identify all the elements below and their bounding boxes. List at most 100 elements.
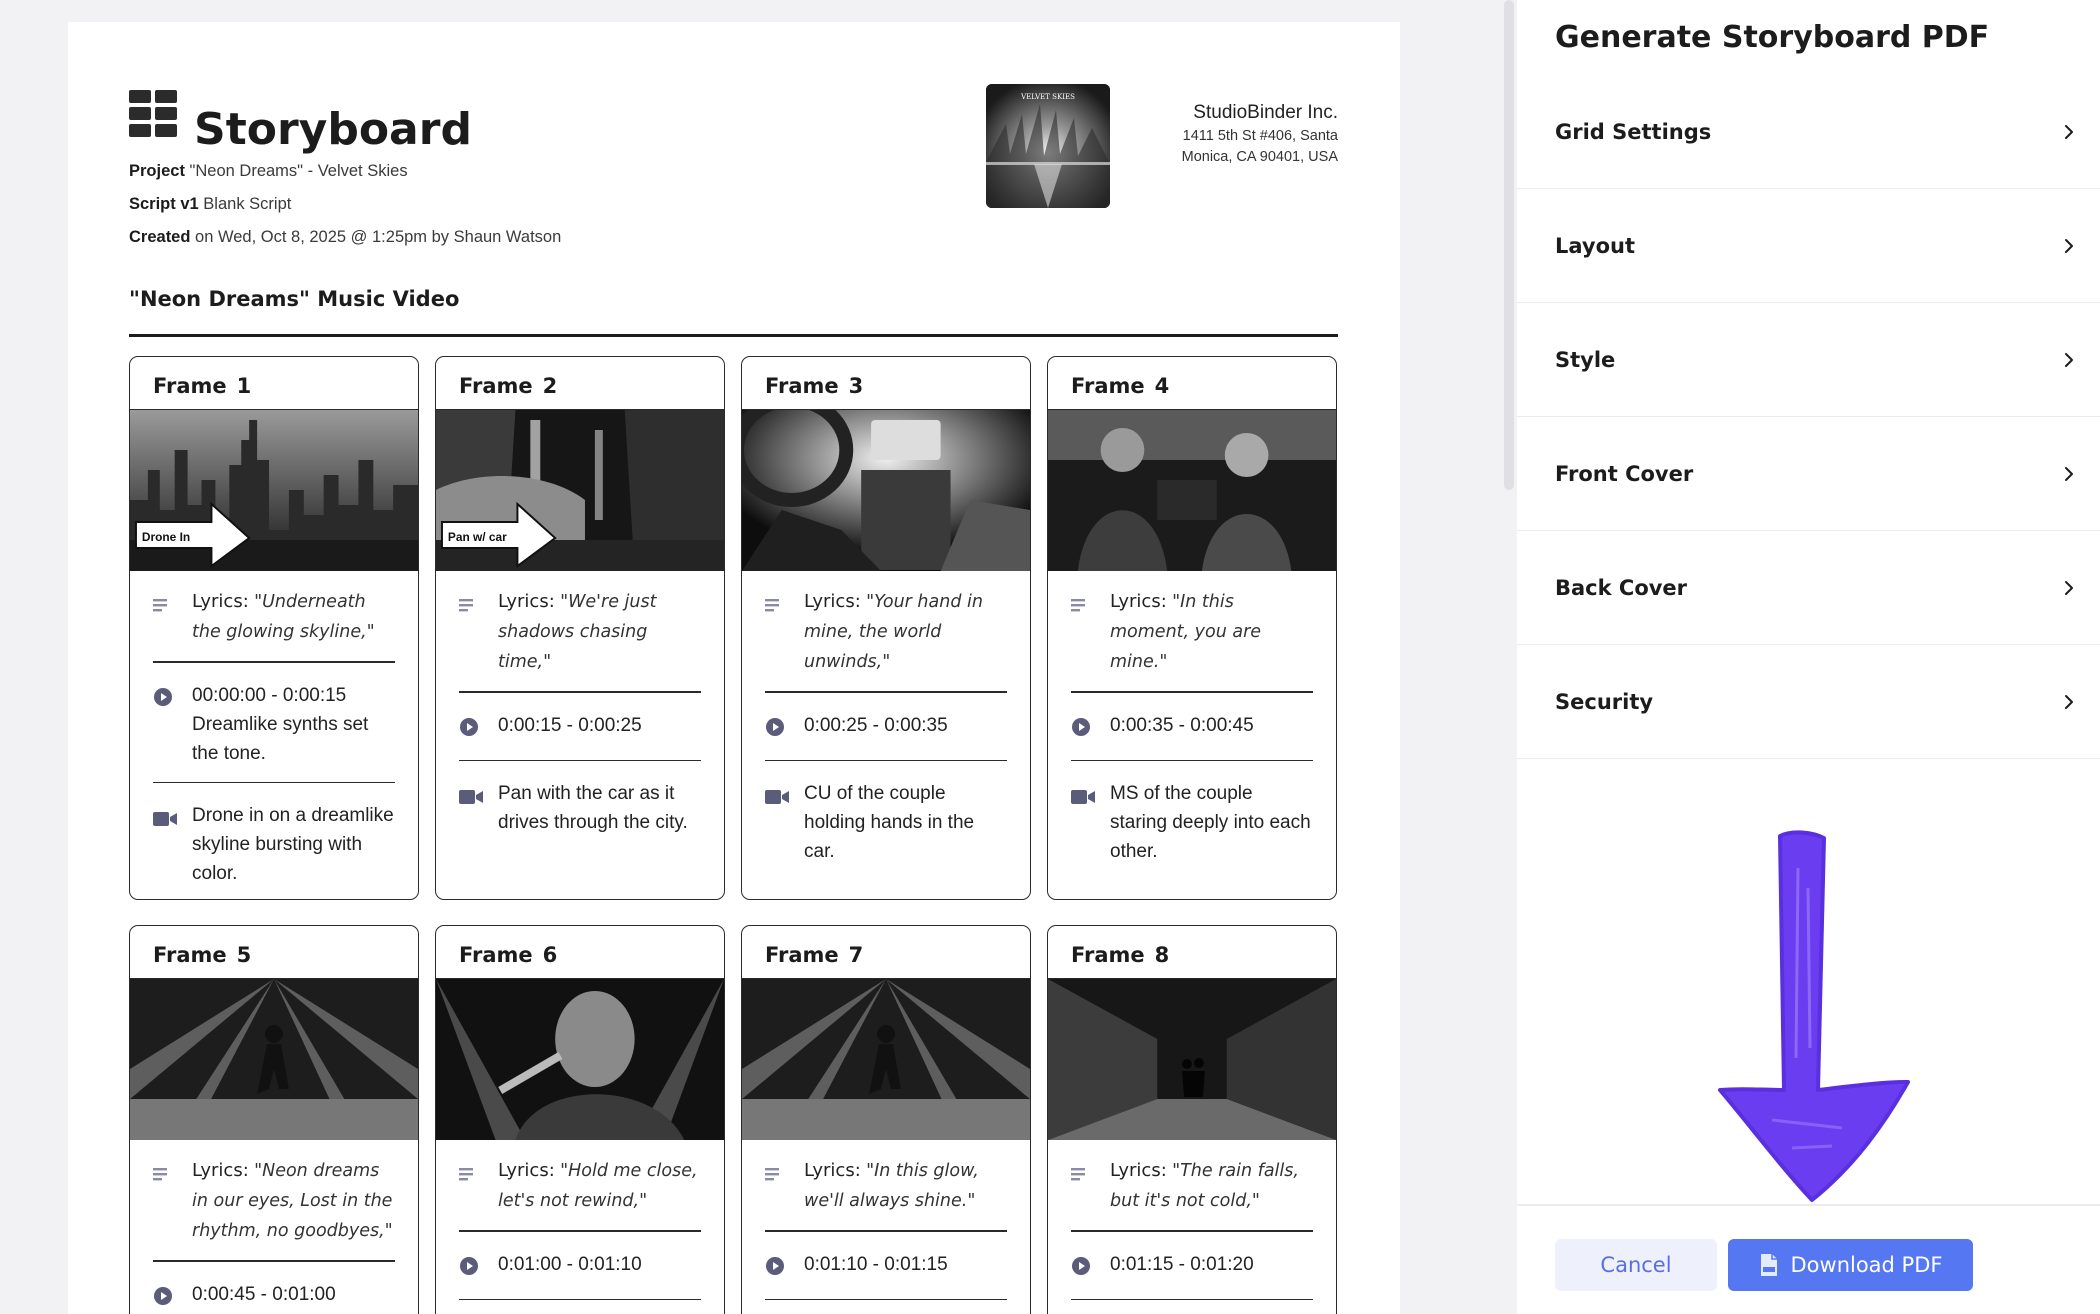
video-camera-icon [1071, 790, 1095, 805]
meta-created: Created on Wed, Oct 8, 2025 @ 1:25pm by … [129, 228, 561, 247]
frame-number: 3 [848, 374, 864, 398]
storyboard-frame[interactable]: Frame 6 Lyrics: "Hold me close, let's not … [435, 925, 725, 1314]
storyboard-frame[interactable]: Frame 5 Lyrics: "Neon dreams in our eyes, … [129, 925, 419, 1314]
frame-timecode: 0:00:45 - 0:01:00 [192, 1283, 336, 1305]
frame-details: Lyrics: "In this moment, you are mine." 0… [1048, 571, 1336, 866]
frame-number: 4 [1154, 374, 1170, 398]
preview-scrollbar[interactable] [1504, 0, 1514, 490]
play-circle-icon [460, 1256, 478, 1275]
video-camera-icon [765, 790, 789, 805]
storyboard-logo-icon [129, 90, 177, 137]
frame-number: 7 [848, 943, 864, 967]
play-circle-icon [1072, 717, 1090, 736]
meta-created-value: on Wed, Oct 8, 2025 @ 1:25pm by Shaun Wa… [195, 228, 562, 246]
frame-details: Lyrics: "In this glow, we'll always shin… [742, 1140, 1030, 1301]
frame-image[interactable] [742, 979, 1030, 1140]
storyboard-frame[interactable]: Frame 2 Pan w/ car Lyrics: "We're just shad… [435, 356, 725, 900]
frame-image[interactable]: Pan w/ car [436, 410, 724, 571]
play-circle-icon [460, 717, 478, 736]
frame-number: 8 [1154, 943, 1170, 967]
frame-time-row: 0:00:25 - 0:00:35 [765, 711, 1007, 746]
frame-lyrics-row: Lyrics: "In this glow, we'll always shin… [765, 1156, 1007, 1216]
frame-shot-description: Pan with the car as it drives through th… [498, 783, 688, 834]
storyboard-frame[interactable]: Frame 8 Lyrics: "The rain falls, but it's … [1047, 925, 1337, 1314]
frame-divider [1071, 759, 1313, 762]
storyboard-frame[interactable]: Frame 4 Lyrics: "In this moment, you are m… [1047, 356, 1337, 900]
cancel-button[interactable]: Cancel [1555, 1239, 1717, 1291]
frame-divider [765, 691, 1007, 693]
frame-details: Lyrics: "Hold me close, let's not rewind… [436, 1140, 724, 1301]
frame-audio-note: Dreamlike synths set the tone. [192, 713, 369, 764]
frame-image[interactable] [436, 979, 724, 1140]
frame-header: Frame 1 [130, 357, 418, 410]
frame-divider [765, 1230, 1007, 1232]
play-circle-icon [766, 1256, 784, 1275]
lyrics-label: Lyrics: [192, 591, 249, 612]
frame-image[interactable]: Drone In [130, 410, 418, 571]
section-security[interactable]: Security [1517, 645, 2100, 759]
frame-timecode: 0:00:15 - 0:00:25 [498, 714, 642, 736]
frame-timecode: 0:01:00 - 0:01:10 [498, 1253, 642, 1275]
document-title: Storyboard [194, 104, 472, 155]
document-heading: "Neon Dreams" Music Video [129, 287, 460, 311]
meta-project: Project "Neon Dreams" - Velvet Skies [129, 162, 408, 181]
section-label: Grid Settings [1555, 119, 1712, 144]
chevron-right-icon [2065, 238, 2073, 253]
frame-details: Lyrics: "Neon dreams in our eyes, Lost i… [130, 1140, 418, 1314]
section-grid-settings[interactable]: Grid Settings [1517, 75, 2100, 189]
frame-shot-row: Pan with the car as it drives through th… [459, 779, 701, 837]
frame-details: Lyrics: "Underneath the glowing skyline,… [130, 571, 418, 888]
frame-shot-description: Drone in on a dreamlike skyline bursting… [192, 805, 394, 885]
frame-lyrics-row: Lyrics: "Underneath the glowing skyline,… [153, 587, 395, 647]
frame-image[interactable] [742, 410, 1030, 571]
frame-time-row: 00:00:00 - 0:00:15 Dreamlike synths set t… [153, 681, 395, 768]
notes-icon [459, 599, 473, 612]
company-thumbnail-image: VELVET SKIES [986, 84, 1110, 208]
frame-timecode: 0:01:10 - 0:01:15 [804, 1253, 948, 1275]
storyboard-frame[interactable]: Frame 7 Lyrics: "In this glow, we'll alway… [741, 925, 1031, 1314]
meta-project-value: "Neon Dreams" - Velvet Skies [189, 162, 408, 180]
section-back-cover[interactable]: Back Cover [1517, 531, 2100, 645]
frame-image[interactable] [130, 979, 418, 1140]
frame-timecode: 0:01:15 - 0:01:20 [1110, 1253, 1254, 1275]
lyrics-label: Lyrics: [804, 591, 861, 612]
notes-icon [1071, 1168, 1085, 1181]
heading-divider [129, 334, 1338, 337]
frame-image[interactable] [1048, 410, 1336, 571]
frame-header: Frame 4 [1048, 357, 1336, 410]
frame-label: Frame [765, 374, 839, 398]
frame-details: Lyrics: "Your hand in mine, the world un… [742, 571, 1030, 866]
video-camera-icon [459, 790, 483, 805]
download-pdf-label: Download PDF [1790, 1253, 1943, 1277]
frame-image[interactable] [1048, 979, 1336, 1140]
frame-time-row: 0:00:45 - 0:01:00 [153, 1280, 395, 1314]
frame-label: Frame [1071, 374, 1145, 398]
frame-divider [1071, 1230, 1313, 1232]
lyrics-label: Lyrics: [1110, 591, 1167, 612]
frame-header: Frame 8 [1048, 926, 1336, 979]
play-circle-icon [766, 717, 784, 736]
section-style[interactable]: Style [1517, 303, 2100, 417]
notes-icon [153, 599, 167, 612]
frame-number: 2 [542, 374, 558, 398]
frame-divider [459, 759, 701, 762]
notes-icon [153, 1168, 167, 1181]
storyboard-frame[interactable]: Frame 1 Drone In Lyrics: "Underneath the gl… [129, 356, 419, 900]
frame-divider [765, 1298, 1007, 1301]
section-layout[interactable]: Layout [1517, 189, 2100, 303]
frame-header: Frame 7 [742, 926, 1030, 979]
lyrics-label: Lyrics: [498, 591, 555, 612]
down-arrow-annotation-icon [1718, 830, 1910, 1202]
frame-header: Frame 2 [436, 357, 724, 410]
frame-header: Frame 6 [436, 926, 724, 979]
frame-divider [765, 759, 1007, 762]
frame-time-row: 0:00:15 - 0:00:25 [459, 711, 701, 746]
frame-timecode: 0:00:35 - 0:00:45 [1110, 714, 1254, 736]
frame-header: Frame 5 [130, 926, 418, 979]
storyboard-frame[interactable]: Frame 3 Lyrics: "Your hand in mine, the wo… [741, 356, 1031, 900]
company-thumb-text: VELVET SKIES [1020, 93, 1075, 101]
download-pdf-button[interactable]: Download PDF [1728, 1239, 1973, 1291]
frame-timecode: 00:00:00 - 0:00:15 [192, 684, 347, 706]
frame-divider [1071, 691, 1313, 693]
section-front-cover[interactable]: Front Cover [1517, 417, 2100, 531]
